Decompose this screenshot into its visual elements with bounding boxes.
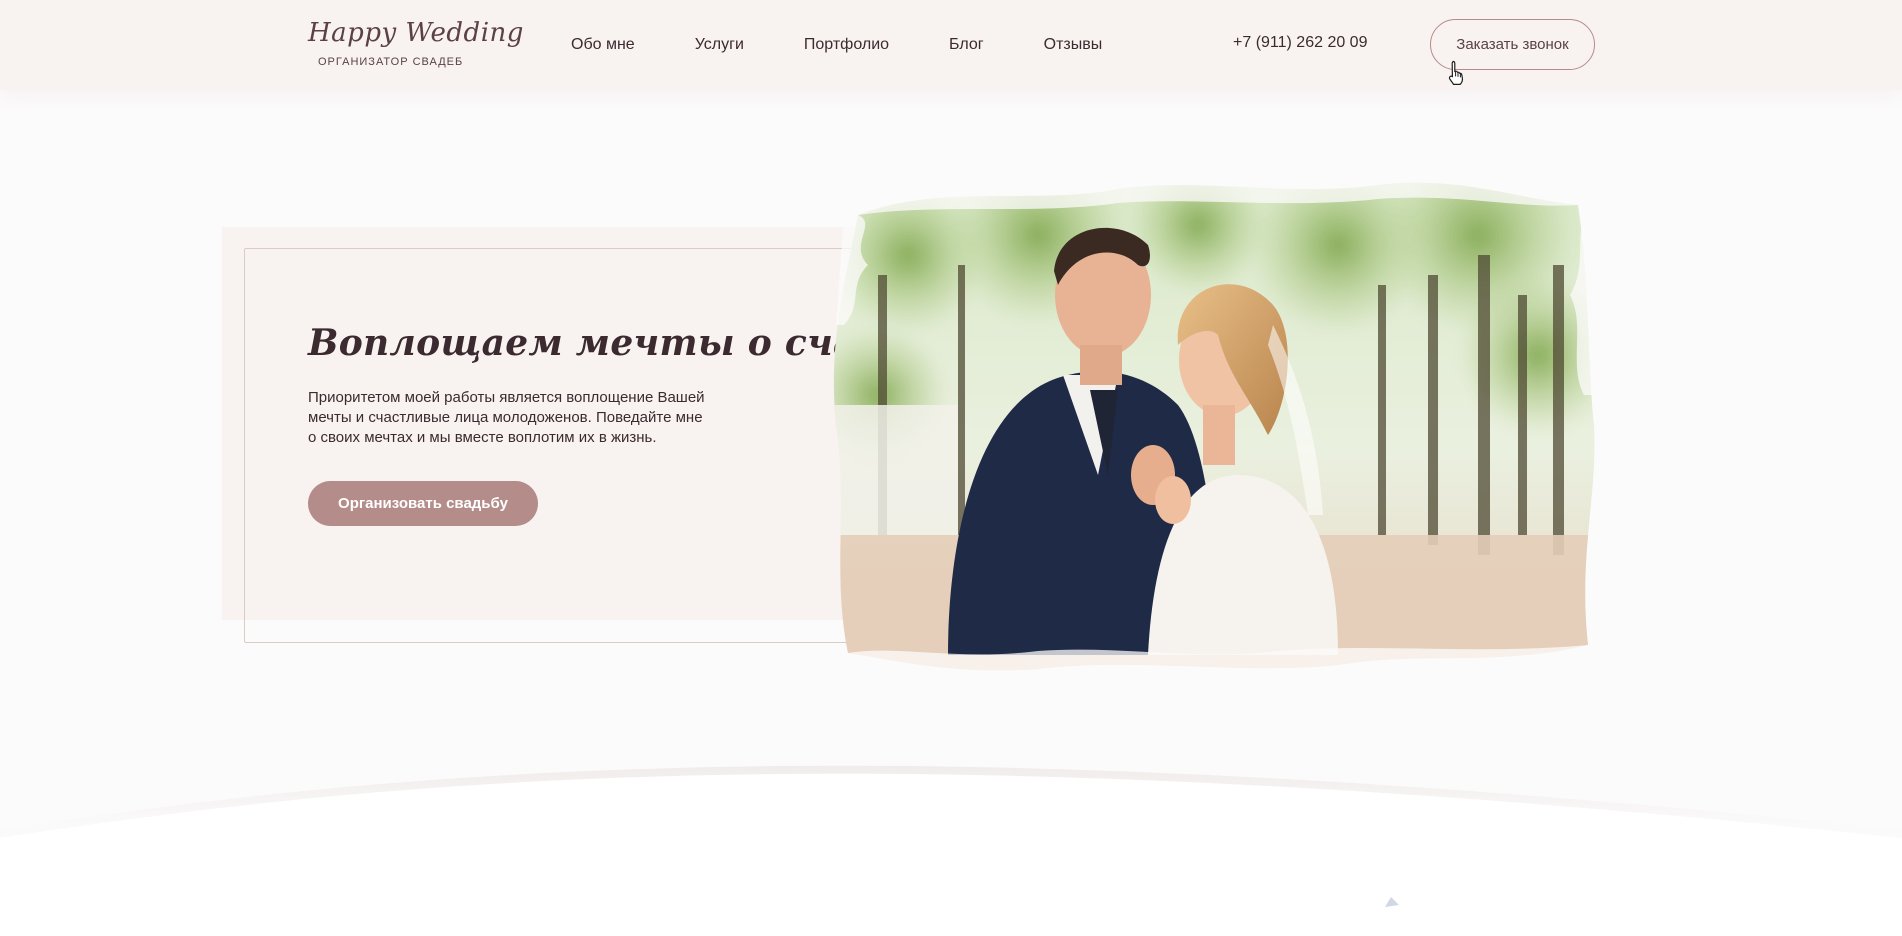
- nav-item-portfolio[interactable]: Портфолио: [804, 36, 889, 54]
- hero-description: Приоритетом моей работы является воплоще…: [308, 388, 728, 448]
- hero-description-line: мечты и счастливые лица молодоженов. Пов…: [308, 409, 703, 426]
- phone-link[interactable]: +7 (911) 262 20 09: [1233, 34, 1367, 52]
- logo-script: Happy Wedding: [308, 18, 524, 48]
- logo-subtitle: ОРГАНИЗАТОР СВАДЕБ: [318, 56, 464, 68]
- logo[interactable]: Happy Wedding ОРГАНИЗАТОР СВАДЕБ: [306, 16, 523, 72]
- hero-description-line: о своих мечтах и мы вместе воплотим их в…: [308, 429, 657, 446]
- organize-wedding-button[interactable]: Организовать свадьбу: [308, 481, 538, 526]
- hero-description-line: Приоритетом моей работы является воплоще…: [308, 389, 705, 406]
- decorative-mark-icon: [1385, 897, 1399, 907]
- nav-item-about[interactable]: Обо мне: [571, 36, 635, 54]
- section-divider-curve: [0, 720, 1902, 936]
- nav-item-reviews[interactable]: Отзывы: [1044, 36, 1103, 54]
- site-header: Happy Wedding ОРГАНИЗАТОР СВАДЕБ Обо мне…: [0, 0, 1902, 90]
- wedding-couple-photo: [818, 175, 1600, 675]
- nav-item-services[interactable]: Услуги: [695, 36, 744, 54]
- nav-item-blog[interactable]: Блог: [949, 36, 984, 54]
- main-nav: Обо мне Услуги Портфолио Блог Отзывы: [571, 36, 1102, 54]
- hand-pointer-icon: [1448, 60, 1464, 85]
